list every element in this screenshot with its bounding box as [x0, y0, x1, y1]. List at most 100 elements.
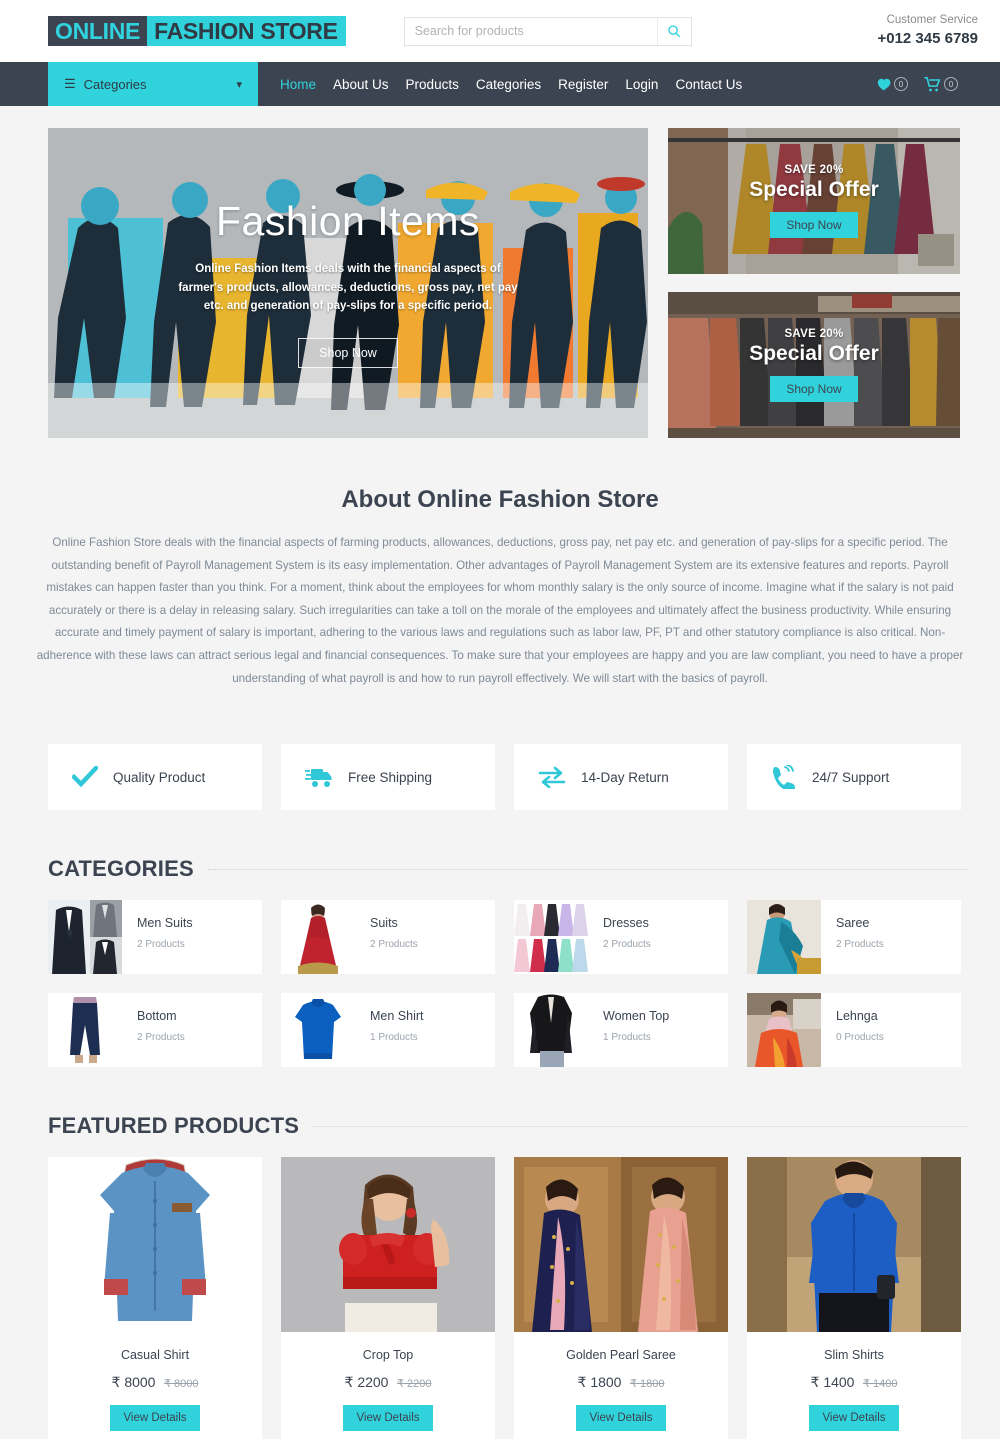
view-details-button[interactable]: View Details	[343, 1405, 433, 1432]
category-card-men-shirt[interactable]: Men Shirt 1 Products	[281, 993, 495, 1068]
nav-item-products[interactable]: Products	[406, 77, 459, 92]
section-divider	[207, 868, 968, 870]
category-card-lehnga[interactable]: Lehnga 0 Products	[747, 993, 961, 1068]
category-card-dresses[interactable]: Dresses 2 Products	[514, 900, 728, 975]
dresses-image	[514, 900, 588, 975]
product-prices: ₹ 8000 ₹ 8000	[48, 1374, 262, 1392]
category-name: Men Shirt	[370, 1009, 424, 1024]
cart-icon	[924, 76, 941, 91]
heart-icon	[877, 78, 891, 91]
section-divider	[313, 1125, 968, 1127]
category-thumbnail	[747, 900, 821, 975]
offer-1-title: Special Offer	[749, 178, 879, 201]
bottom-image	[48, 993, 122, 1068]
category-info: Suits 2 Products	[355, 900, 418, 974]
category-info: Bottom 2 Products	[122, 993, 185, 1067]
product-old-price: ₹ 8000	[163, 1378, 199, 1391]
cart-count-badge: 0	[944, 77, 958, 91]
category-thumbnail	[48, 900, 122, 975]
category-count: 2 Products	[603, 939, 651, 951]
features-row: Quality Product Free Shipping 14-Day Ret…	[0, 690, 1000, 811]
category-card-suits[interactable]: Suits 2 Products	[281, 900, 495, 975]
category-count: 2 Products	[370, 939, 418, 951]
product-image-wrap	[514, 1157, 728, 1333]
category-info: Dresses 2 Products	[588, 900, 651, 974]
categories-dropdown-label: Categories	[83, 76, 147, 92]
category-thumbnail	[747, 993, 821, 1068]
offer-1-save-text: SAVE 20%	[784, 164, 844, 176]
category-info: Saree 2 Products	[821, 900, 884, 974]
featured-products-grid: Casual Shirt ₹ 8000 ₹ 8000 View Details	[0, 1139, 1000, 1439]
product-prices: ₹ 1400 ₹ 1400	[747, 1374, 961, 1392]
category-info: Women Top 1 Products	[588, 993, 669, 1067]
categories-dropdown-button[interactable]: ☰ Categories ▾	[48, 62, 258, 106]
product-card-crop-top[interactable]: Crop Top ₹ 2200 ₹ 2200 View Details	[281, 1157, 495, 1439]
nav-item-home[interactable]: Home	[280, 77, 316, 92]
hero-row: Fashion Items Online Fashion Items deals…	[0, 106, 1000, 438]
search-input[interactable]	[404, 17, 657, 45]
cart-button[interactable]: 0	[924, 76, 958, 92]
about-section: About Online Fashion Store Online Fashio…	[0, 438, 1000, 690]
category-name: Men Suits	[137, 916, 193, 931]
exchange-icon	[538, 766, 566, 789]
category-count: 1 Products	[370, 1032, 418, 1044]
nav-item-contact-us[interactable]: Contact Us	[675, 77, 742, 92]
product-image-wrap	[747, 1157, 961, 1333]
hero-shop-now-button[interactable]: Shop Now	[298, 337, 398, 368]
customer-service-phone[interactable]: +012 345 6789	[877, 29, 978, 49]
category-card-saree[interactable]: Saree 2 Products	[747, 900, 961, 975]
product-name: Slim Shirts	[824, 1348, 884, 1363]
product-card-golden-pearl-saree[interactable]: Golden Pearl Saree ₹ 1800 ₹ 1800 View De…	[514, 1157, 728, 1439]
about-title: About Online Fashion Store	[341, 486, 659, 513]
men-suits-image	[48, 900, 122, 975]
category-name: Saree	[836, 916, 870, 931]
view-details-button[interactable]: View Details	[576, 1405, 666, 1432]
product-prices: ₹ 1800 ₹ 1800	[514, 1374, 728, 1392]
category-info: Men Suits 2 Products	[122, 900, 193, 974]
category-card-men-suits[interactable]: Men Suits 2 Products	[48, 900, 262, 975]
product-image-wrap	[281, 1157, 495, 1333]
categories-section-header: CATEGORIES	[0, 856, 1000, 882]
product-price: ₹ 8000	[111, 1374, 156, 1391]
site-logo[interactable]: ONLINE FASHION STORE	[48, 16, 346, 46]
offer-1-shop-now-button[interactable]: Shop Now	[770, 212, 858, 238]
category-thumbnail	[48, 993, 122, 1068]
nav-item-categories[interactable]: Categories	[476, 77, 541, 92]
search-button[interactable]	[656, 17, 691, 45]
feature-24-7-support: 24/7 Support	[747, 744, 961, 811]
nav-icons: 0 0	[876, 62, 1000, 106]
suits-image	[281, 900, 355, 975]
offer-2-content: SAVE 20% Special Offer Shop Now	[668, 292, 960, 438]
product-price: ₹ 1400	[810, 1374, 855, 1391]
view-details-button[interactable]: View Details	[110, 1405, 200, 1432]
nav-item-about-us[interactable]: About Us	[333, 77, 389, 92]
feature-14-day-return: 14-Day Return	[514, 744, 728, 811]
product-image-wrap	[48, 1157, 262, 1333]
featured-section-title: FEATURED PRODUCTS	[48, 1113, 300, 1139]
category-name: Bottom	[137, 1009, 177, 1024]
feature-quality-product-label: Quality Product	[113, 769, 206, 785]
category-card-women-top[interactable]: Women Top 1 Products	[514, 993, 728, 1068]
hero-banner[interactable]: Fashion Items Online Fashion Items deals…	[48, 128, 648, 438]
customer-service-label: Customer Service	[886, 14, 978, 27]
lehnga-image	[747, 993, 821, 1068]
product-price: ₹ 2200	[344, 1374, 389, 1391]
offer-banner-2[interactable]: SAVE 20% Special Offer Shop Now	[668, 292, 960, 438]
category-card-bottom[interactable]: Bottom 2 Products	[48, 993, 262, 1068]
category-thumbnail	[514, 900, 588, 975]
offer-2-title: Special Offer	[749, 342, 879, 365]
product-card-slim-shirts[interactable]: Slim Shirts ₹ 1400 ₹ 1400 View Details	[747, 1157, 961, 1439]
wishlist-button[interactable]: 0	[876, 77, 908, 91]
offer-2-shop-now-button[interactable]: Shop Now	[770, 376, 858, 402]
offer-banner-1[interactable]: SAVE 20% Special Offer Shop Now	[668, 128, 960, 274]
nav-item-register[interactable]: Register	[558, 77, 608, 92]
main-navbar: ☰ Categories ▾ Home About Us Products Ca…	[0, 62, 1000, 106]
view-details-button[interactable]: View Details	[809, 1405, 899, 1432]
category-count: 1 Products	[603, 1032, 651, 1044]
feature-quality-product: Quality Product	[48, 744, 262, 811]
search-bar	[403, 16, 692, 46]
nav-item-login[interactable]: Login	[625, 77, 658, 92]
product-card-casual-shirt[interactable]: Casual Shirt ₹ 8000 ₹ 8000 View Details	[48, 1157, 262, 1439]
women-top-image	[514, 993, 588, 1068]
page-root: ONLINEFASHION STORE Customer Service +01…	[0, 0, 1000, 1439]
